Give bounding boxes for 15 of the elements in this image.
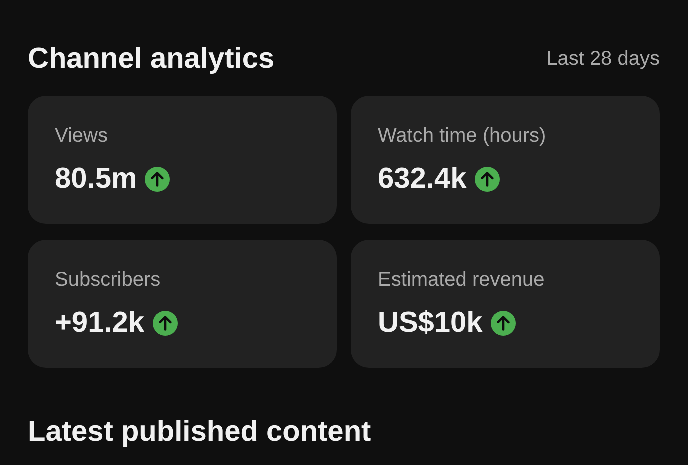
- metric-label: Subscribers: [55, 268, 162, 292]
- metric-card[interactable]: Estimated revenue US$10k: [351, 240, 660, 368]
- section-title: Latest published content: [28, 416, 372, 449]
- metric-card[interactable]: Watch time (hours) 632.4k: [351, 96, 660, 224]
- metric-value: 80.5m: [55, 162, 138, 196]
- metric-label: Watch time (hours): [378, 124, 548, 148]
- metric-card[interactable]: Views 80.5m: [28, 96, 337, 224]
- section-title: Channel analytics: [28, 42, 275, 76]
- metric-label: Views: [55, 124, 109, 148]
- metric-value: US$10k: [378, 306, 483, 340]
- metric-value: +91.2k: [55, 306, 145, 340]
- metric-value: 632.4k: [378, 162, 467, 196]
- date-range-label[interactable]: Last 28 days: [546, 48, 660, 70]
- metric-label: Estimated revenue: [378, 268, 546, 292]
- metric-card[interactable]: Subscribers +91.2k: [28, 240, 337, 368]
